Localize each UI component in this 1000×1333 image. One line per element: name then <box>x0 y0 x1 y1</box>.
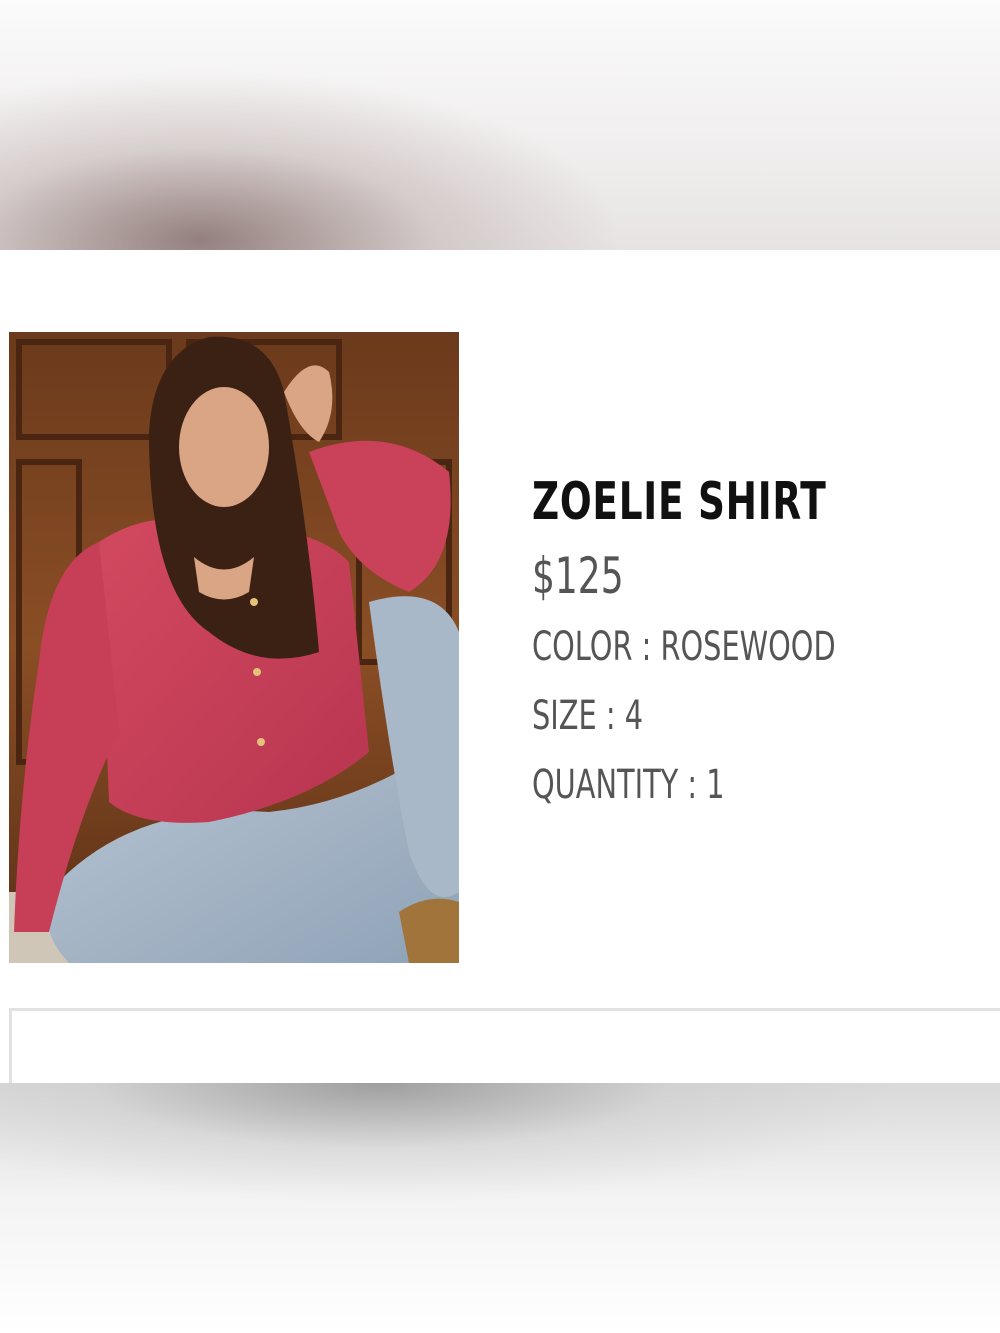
cart-item-card: ZOELIE SHIRT $125 COLOR : ROSEWOOD SIZE … <box>0 250 1000 1088</box>
product-image[interactable] <box>9 332 459 963</box>
product-price: $125 <box>532 547 624 605</box>
blurred-background-top <box>0 0 1000 250</box>
product-quantity: QUANTITY : 1 <box>532 762 725 808</box>
blurred-background-bottom <box>0 1083 1000 1333</box>
next-cart-item-card <box>9 1008 1000 1088</box>
product-color: COLOR : ROSEWOOD <box>532 624 836 670</box>
product-size: SIZE : 4 <box>532 693 644 739</box>
product-details: ZOELIE SHIRT $125 COLOR : ROSEWOOD SIZE … <box>532 470 992 808</box>
product-name[interactable]: ZOELIE SHIRT <box>532 470 863 534</box>
